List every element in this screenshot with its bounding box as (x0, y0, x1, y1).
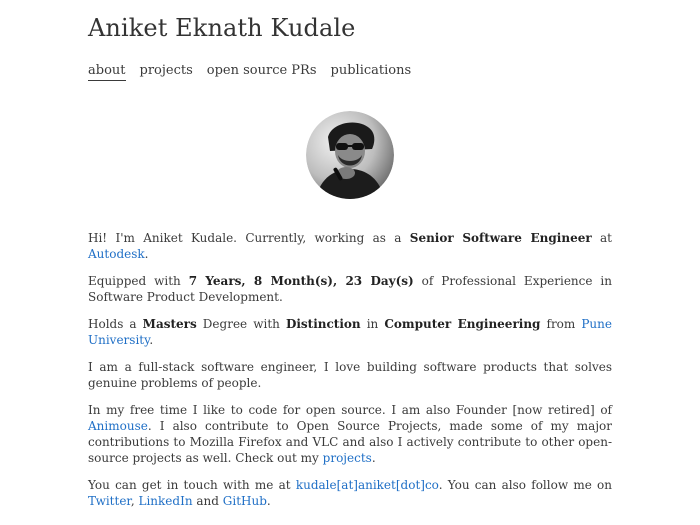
text: Equipped with (88, 274, 189, 288)
text: at (591, 231, 612, 245)
experience-paragraph: Equipped with 7 Years, 8 Month(s), 23 Da… (88, 273, 612, 305)
profile-photo (306, 111, 394, 199)
about-paragraph: I am a full-stack software engineer, I l… (88, 360, 612, 390)
text: You can get in touch with me at (88, 478, 296, 492)
projects-link[interactable]: projects (323, 451, 372, 465)
intro-paragraph: Hi! I'm Aniket Kudale. Currently, workin… (88, 230, 612, 262)
open-source-paragraph: In my free time I like to code for open … (88, 402, 612, 466)
autodesk-link[interactable]: Autodesk (88, 247, 145, 261)
nav-projects[interactable]: projects (140, 62, 193, 81)
text: from (540, 317, 582, 331)
page: Aniket Eknath Kudale about projects open… (0, 0, 700, 525)
text: In my free time I like to code for open … (88, 403, 612, 417)
distinction: Distinction (285, 317, 361, 331)
main-nav: about projects open source PRs publicati… (88, 62, 411, 81)
text: . (371, 451, 376, 465)
site-title: Aniket Eknath Kudale (88, 14, 356, 42)
avatar-illustration-icon (306, 111, 394, 199)
nav-publications[interactable]: publications (331, 62, 412, 81)
github-link[interactable]: GitHub (223, 494, 267, 508)
text: . You can also follow me on (438, 478, 612, 492)
job-title: Senior Software Engineer (409, 231, 592, 245)
text: Hi! I'm Aniket Kudale. Currently, workin… (88, 231, 410, 245)
education-paragraph: Holds a Masters Degree with Distinction … (88, 316, 612, 348)
contact-paragraph: You can get in touch with me at kudale[a… (88, 477, 612, 509)
text: . (149, 333, 154, 347)
email-link[interactable]: kudale[at]aniket[dot]co (296, 478, 439, 492)
nav-about[interactable]: about (88, 62, 126, 81)
about-content: Hi! I'm Aniket Kudale. Currently, workin… (88, 230, 612, 520)
nav-open-source-prs[interactable]: open source PRs (207, 62, 317, 81)
text: . (266, 494, 271, 508)
twitter-link[interactable]: Twitter (88, 494, 131, 508)
field: Computer Engineering (384, 317, 541, 331)
text: Holds a (88, 317, 143, 331)
text: . (144, 247, 149, 261)
linkedin-link[interactable]: LinkedIn (139, 494, 193, 508)
animouse-link[interactable]: Animouse (88, 419, 148, 433)
text: , (130, 494, 139, 508)
experience-duration: 7 Years, 8 Month(s), 23 Day(s) (188, 274, 414, 288)
text: in (360, 317, 385, 331)
text: and (192, 494, 223, 508)
degree: Masters (142, 317, 197, 331)
text: Degree with (196, 317, 286, 331)
